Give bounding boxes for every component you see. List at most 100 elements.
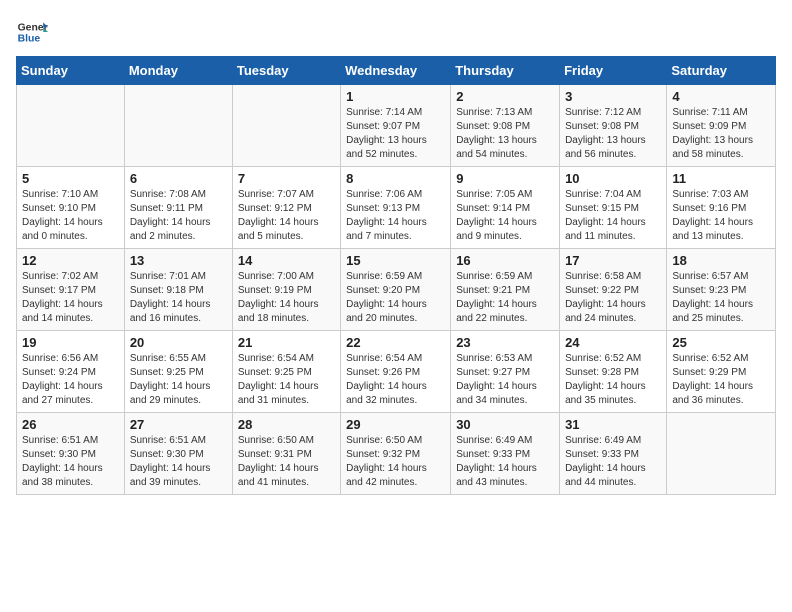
calendar-cell: 18Sunrise: 6:57 AM Sunset: 9:23 PM Dayli… [667,249,776,331]
day-sun-info: Sunrise: 7:03 AM Sunset: 9:16 PM Dayligh… [672,188,770,244]
calendar-cell: 12 Sunrise: 7:02 AM Sunset: 9:17 PM Dayli… [17,249,125,331]
day-sun-info: Sunrise: 6:49 AM Sunset: 9:33 PM Dayligh… [456,434,554,490]
day-sun-info: Sunrise: 7:07 AM Sunset: 9:12 PM Dayligh… [238,188,335,244]
day-number: 28 [238,417,335,432]
calendar-cell: 27 Sunrise: 6:51 AM Sunset: 9:30 PM Dayli… [124,413,232,495]
weekday-header-row: SundayMondayTuesdayWednesdayThursdayFrid… [17,57,776,85]
day-sun-info: Sunrise: 7:04 AM Sunset: 9:15 PM Dayligh… [565,188,661,244]
calendar-cell: 6 Sunrise: 7:08 AM Sunset: 9:11 PM Daylig… [124,167,232,249]
day-number: 23 [456,335,554,350]
calendar-cell: 20 Sunrise: 6:55 AM Sunset: 9:25 PM Dayli… [124,331,232,413]
day-number: 8 [346,171,445,186]
day-sun-info: Sunrise: 7:00 AM Sunset: 9:19 PM Dayligh… [238,270,335,326]
day-number: 6 [130,171,227,186]
day-number: 21 [238,335,335,350]
day-number: 27 [130,417,227,432]
day-sun-info: Sunrise: 6:51 AM Sunset: 9:30 PM Dayligh… [22,434,119,490]
day-number: 30 [456,417,554,432]
day-sun-info: Sunrise: 7:01 AM Sunset: 9:18 PM Dayligh… [130,270,227,326]
day-sun-info: Sunrise: 7:08 AM Sunset: 9:11 PM Dayligh… [130,188,227,244]
calendar-cell: 16 Sunrise: 6:59 AM Sunset: 9:21 PM Dayli… [451,249,560,331]
week-row-4: 19Sunrise: 6:56 AM Sunset: 9:24 PM Dayli… [17,331,776,413]
calendar-cell [232,85,340,167]
day-number: 5 [22,171,119,186]
calendar-cell: 11 Sunrise: 7:03 AM Sunset: 9:16 PM Dayli… [667,167,776,249]
day-number: 4 [672,89,770,104]
day-number: 13 [130,253,227,268]
calendar-cell: 19Sunrise: 6:56 AM Sunset: 9:24 PM Dayli… [17,331,125,413]
weekday-header-monday: Monday [124,57,232,85]
calendar-cell: 29 Sunrise: 6:50 AM Sunset: 9:32 PM Dayli… [341,413,451,495]
calendar-cell [667,413,776,495]
calendar-cell: 26Sunrise: 6:51 AM Sunset: 9:30 PM Dayli… [17,413,125,495]
calendar-cell: 23 Sunrise: 6:53 AM Sunset: 9:27 PM Dayli… [451,331,560,413]
calendar-cell: 24 Sunrise: 6:52 AM Sunset: 9:28 PM Dayli… [560,331,667,413]
day-sun-info: Sunrise: 6:53 AM Sunset: 9:27 PM Dayligh… [456,352,554,408]
day-sun-info: Sunrise: 6:51 AM Sunset: 9:30 PM Dayligh… [130,434,227,490]
calendar-cell: 28 Sunrise: 6:50 AM Sunset: 9:31 PM Dayli… [232,413,340,495]
weekday-header-tuesday: Tuesday [232,57,340,85]
day-number: 14 [238,253,335,268]
weekday-header-wednesday: Wednesday [341,57,451,85]
logo-icon: General Blue [16,16,48,48]
calendar-cell: 3Sunrise: 7:12 AM Sunset: 9:08 PM Daylig… [560,85,667,167]
calendar-cell: 1Sunrise: 7:14 AM Sunset: 9:07 PM Daylig… [341,85,451,167]
day-number: 16 [456,253,554,268]
weekday-header-sunday: Sunday [17,57,125,85]
day-number: 2 [456,89,554,104]
day-number: 22 [346,335,445,350]
day-number: 15 [346,253,445,268]
calendar-cell: 22 Sunrise: 6:54 AM Sunset: 9:26 PM Dayli… [341,331,451,413]
calendar-cell: 7 Sunrise: 7:07 AM Sunset: 9:12 PM Daylig… [232,167,340,249]
week-row-5: 26Sunrise: 6:51 AM Sunset: 9:30 PM Dayli… [17,413,776,495]
day-sun-info: Sunrise: 6:59 AM Sunset: 9:20 PM Dayligh… [346,270,445,326]
day-number: 24 [565,335,661,350]
day-number: 29 [346,417,445,432]
weekday-header-friday: Friday [560,57,667,85]
day-sun-info: Sunrise: 6:56 AM Sunset: 9:24 PM Dayligh… [22,352,119,408]
calendar-cell: 8 Sunrise: 7:06 AM Sunset: 9:13 PM Daylig… [341,167,451,249]
day-sun-info: Sunrise: 7:05 AM Sunset: 9:14 PM Dayligh… [456,188,554,244]
weekday-header-saturday: Saturday [667,57,776,85]
day-number: 18 [672,253,770,268]
week-row-2: 5 Sunrise: 7:10 AM Sunset: 9:10 PM Daylig… [17,167,776,249]
day-number: 3 [565,89,661,104]
day-number: 17 [565,253,661,268]
calendar-cell [124,85,232,167]
calendar-cell: 2 Sunrise: 7:13 AM Sunset: 9:08 PM Daylig… [451,85,560,167]
calendar-cell: 15 Sunrise: 6:59 AM Sunset: 9:20 PM Dayli… [341,249,451,331]
calendar-cell: 13 Sunrise: 7:01 AM Sunset: 9:18 PM Dayli… [124,249,232,331]
day-sun-info: Sunrise: 7:13 AM Sunset: 9:08 PM Dayligh… [456,106,554,162]
calendar-cell: 5 Sunrise: 7:10 AM Sunset: 9:10 PM Daylig… [17,167,125,249]
weekday-header-thursday: Thursday [451,57,560,85]
day-sun-info: Sunrise: 7:10 AM Sunset: 9:10 PM Dayligh… [22,188,119,244]
calendar-cell: 31Sunrise: 6:49 AM Sunset: 9:33 PM Dayli… [560,413,667,495]
day-number: 31 [565,417,661,432]
day-number: 11 [672,171,770,186]
calendar-cell: 14 Sunrise: 7:00 AM Sunset: 9:19 PM Dayli… [232,249,340,331]
day-sun-info: Sunrise: 6:54 AM Sunset: 9:25 PM Dayligh… [238,352,335,408]
day-number: 7 [238,171,335,186]
day-sun-info: Sunrise: 6:58 AM Sunset: 9:22 PM Dayligh… [565,270,661,326]
day-sun-info: Sunrise: 6:52 AM Sunset: 9:28 PM Dayligh… [565,352,661,408]
calendar-cell: 9Sunrise: 7:05 AM Sunset: 9:14 PM Daylig… [451,167,560,249]
day-sun-info: Sunrise: 7:11 AM Sunset: 9:09 PM Dayligh… [672,106,770,162]
day-sun-info: Sunrise: 7:02 AM Sunset: 9:17 PM Dayligh… [22,270,119,326]
week-row-3: 12 Sunrise: 7:02 AM Sunset: 9:17 PM Dayli… [17,249,776,331]
day-sun-info: Sunrise: 6:54 AM Sunset: 9:26 PM Dayligh… [346,352,445,408]
calendar-cell: 17 Sunrise: 6:58 AM Sunset: 9:22 PM Dayli… [560,249,667,331]
calendar-cell: 4 Sunrise: 7:11 AM Sunset: 9:09 PM Daylig… [667,85,776,167]
day-sun-info: Sunrise: 6:55 AM Sunset: 9:25 PM Dayligh… [130,352,227,408]
svg-text:Blue: Blue [18,34,41,45]
calendar-cell: 30 Sunrise: 6:49 AM Sunset: 9:33 PM Dayli… [451,413,560,495]
page-header: General Blue [16,16,776,48]
day-sun-info: Sunrise: 6:52 AM Sunset: 9:29 PM Dayligh… [672,352,770,408]
day-sun-info: Sunrise: 7:06 AM Sunset: 9:13 PM Dayligh… [346,188,445,244]
calendar-table: SundayMondayTuesdayWednesdayThursdayFrid… [16,56,776,495]
day-number: 20 [130,335,227,350]
day-number: 12 [22,253,119,268]
day-sun-info: Sunrise: 6:50 AM Sunset: 9:32 PM Dayligh… [346,434,445,490]
day-sun-info: Sunrise: 6:59 AM Sunset: 9:21 PM Dayligh… [456,270,554,326]
day-number: 1 [346,89,445,104]
day-sun-info: Sunrise: 6:50 AM Sunset: 9:31 PM Dayligh… [238,434,335,490]
